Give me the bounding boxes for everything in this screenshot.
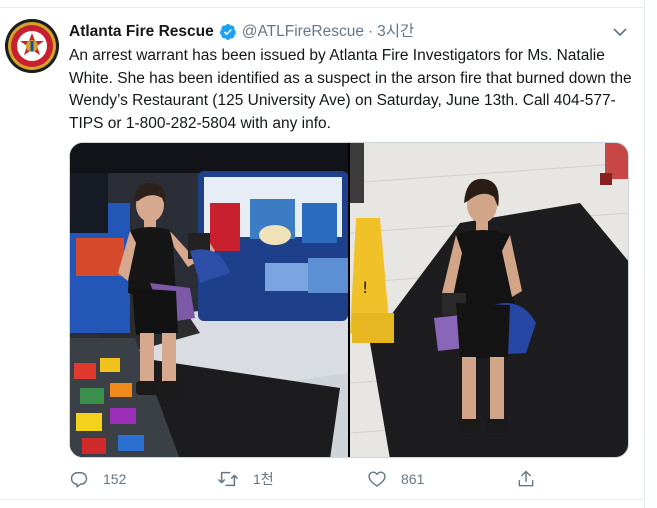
atlanta-fire-rescue-logo-icon <box>5 19 59 73</box>
timestamp[interactable]: 3시간 <box>377 22 414 42</box>
verified-badge-icon <box>219 23 237 41</box>
reply-count: 152 <box>103 471 127 487</box>
svg-text:!: ! <box>362 278 368 297</box>
avatar[interactable] <box>5 19 59 73</box>
media-grid: ! <box>69 142 629 458</box>
separator-dot: · <box>367 23 374 40</box>
display-name[interactable]: Atlanta Fire Rescue <box>69 22 214 42</box>
reply-button[interactable]: 152 <box>69 466 126 492</box>
retweet-button[interactable]: 1천 <box>217 466 274 492</box>
share-button[interactable] <box>516 466 536 492</box>
retweet-icon <box>217 469 239 489</box>
heart-icon <box>367 469 387 489</box>
tweet-actions: 152 1천 861 <box>69 466 549 492</box>
chevron-down-icon[interactable] <box>612 24 628 40</box>
tweet-text: An arrest warrant has been issued by Atl… <box>69 47 632 132</box>
surveillance-photo-store-aisle[interactable] <box>70 143 348 457</box>
tweet-header: Atlanta Fire Rescue @ATLFireRescue · 3시간 <box>69 22 414 42</box>
retweet-count: 1천 <box>253 471 274 487</box>
surveillance-photo-entrance-mat[interactable]: ! <box>350 143 628 457</box>
reply-icon <box>69 469 89 489</box>
share-icon <box>516 469 536 489</box>
user-handle[interactable]: @ATLFireRescue <box>242 22 364 42</box>
like-count: 861 <box>401 471 425 487</box>
bottom-divider <box>0 499 645 500</box>
tweet[interactable]: Atlanta Fire Rescue @ATLFireRescue · 3시간… <box>0 0 645 508</box>
top-divider <box>0 0 645 8</box>
like-button[interactable]: 861 <box>367 466 424 492</box>
